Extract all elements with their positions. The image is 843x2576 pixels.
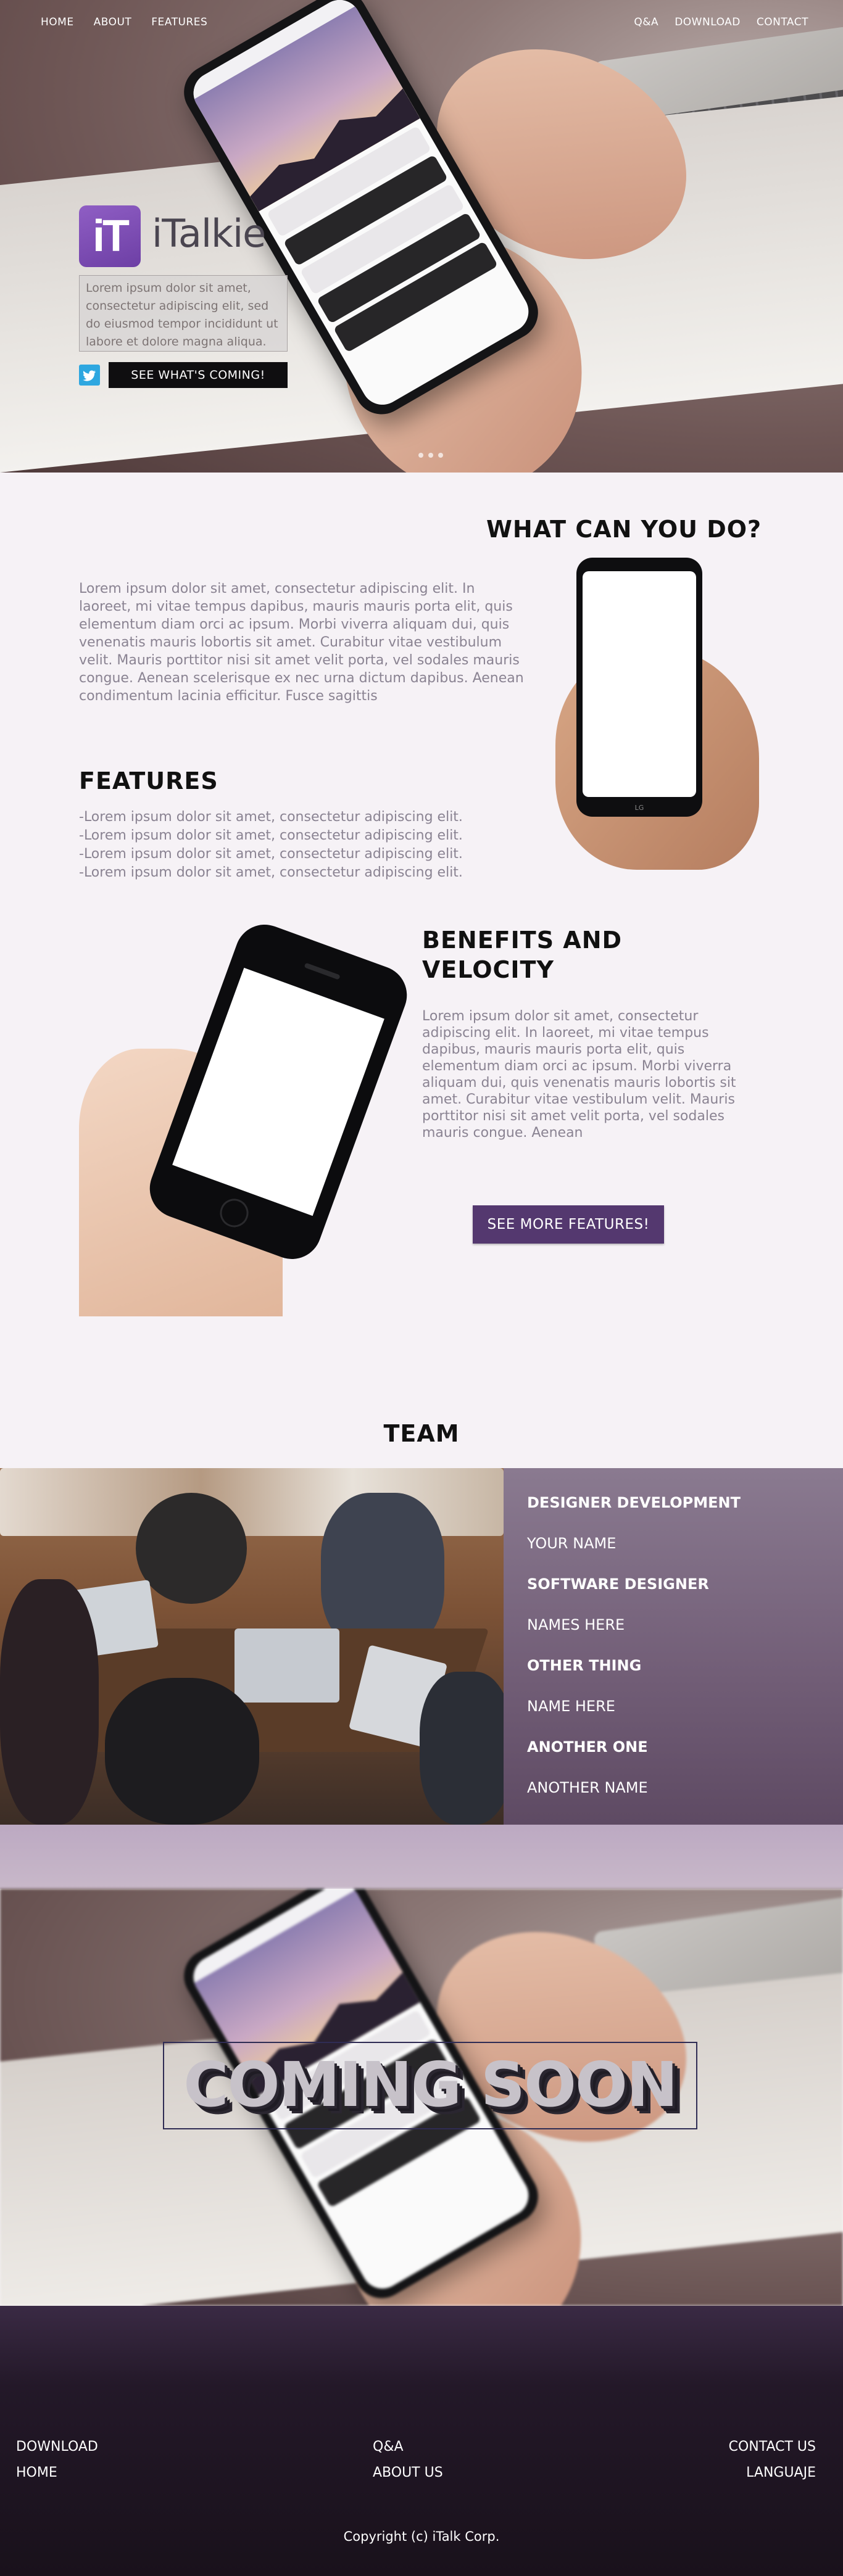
logo-mark: iT — [79, 205, 141, 267]
footer-qa-link[interactable]: Q&A — [373, 2439, 404, 2454]
team-role: SOFTWARE DESIGNER — [527, 1575, 709, 1593]
nav-download[interactable]: DOWNLOAD — [675, 16, 741, 28]
team-title: TEAM — [383, 1420, 460, 1447]
feature-item: -Lorem ipsum dolor sit amet, consectetur… — [79, 828, 463, 843]
team-member-name: YOUR NAME — [527, 1535, 617, 1552]
see-whats-coming-button[interactable]: SEE WHAT'S COMING! — [109, 362, 288, 388]
android-phone-image: LG — [576, 558, 702, 817]
feature-item: -Lorem ipsum dolor sit amet, consectetur… — [79, 846, 463, 862]
logo-name: iTalkie — [152, 211, 266, 256]
team-member-name: NAMES HERE — [527, 1616, 625, 1633]
phone-screen — [172, 967, 384, 1216]
carousel-dot[interactable] — [438, 453, 443, 458]
hero-blurb: Lorem ipsum dolor sit amet, consectetur … — [79, 275, 288, 352]
phone-screen — [583, 571, 696, 797]
carousel-dots — [418, 453, 443, 458]
footer-about-link[interactable]: ABOUT US — [373, 2465, 443, 2480]
team-role: OTHER THING — [527, 1657, 642, 1674]
nav-home[interactable]: HOME — [41, 16, 74, 28]
team-photo — [0, 1468, 504, 1825]
primary-nav-right: Q&A DOWNLOAD CONTACT — [634, 16, 808, 28]
footer-language-link[interactable]: LANGUAJE — [746, 2465, 816, 2480]
nav-qa[interactable]: Q&A — [634, 16, 658, 28]
team-member-name: ANOTHER NAME — [527, 1779, 648, 1796]
team-list: DESIGNER DEVELOPMENT YOUR NAME SOFTWARE … — [504, 1468, 843, 1825]
copyright: Copyright (c) iTalk Corp. — [343, 2529, 500, 2544]
benefits-title: BENEFITS AND VELOCITY — [422, 925, 622, 985]
features-list: -Lorem ipsum dolor sit amet, consectetur… — [79, 808, 463, 882]
benefits-title-line1: BENEFITS AND — [422, 927, 623, 954]
feature-item: -Lorem ipsum dolor sit amet, consectetur… — [79, 865, 463, 880]
carousel-dot[interactable] — [418, 453, 423, 458]
primary-nav-left: HOME ABOUT FEATURES — [41, 16, 207, 28]
nav-contact[interactable]: CONTACT — [757, 16, 808, 28]
benefits-body: Lorem ipsum dolor sit amet, consectetur … — [422, 1009, 736, 1141]
footer-contact-link[interactable]: CONTACT US — [729, 2439, 816, 2454]
phone-brand: LG — [634, 804, 644, 812]
home-button-icon — [216, 1194, 252, 1231]
nav-features[interactable]: FEATURES — [151, 16, 207, 28]
what-body: Lorem ipsum dolor sit amet, consectetur … — [79, 581, 524, 704]
nav-about[interactable]: ABOUT — [94, 16, 132, 28]
footer-download-link[interactable]: DOWNLOAD — [16, 2439, 98, 2454]
benefits-title-line2: VELOCITY — [422, 956, 554, 983]
feature-item: -Lorem ipsum dolor sit amet, consectetur… — [79, 809, 463, 825]
see-more-features-button[interactable]: SEE MORE FEATURES! — [473, 1205, 664, 1244]
carousel-dot[interactable] — [428, 453, 433, 458]
footer-home-link[interactable]: HOME — [16, 2465, 57, 2480]
twitter-icon[interactable] — [79, 365, 100, 386]
features-title: FEATURES — [79, 767, 218, 795]
team-role: ANOTHER ONE — [527, 1738, 648, 1756]
team-member-name: NAME HERE — [527, 1698, 615, 1715]
divider-band — [0, 1825, 843, 1889]
what-title: WHAT CAN YOU DO? — [486, 516, 762, 543]
team-role: DESIGNER DEVELOPMENT — [527, 1494, 741, 1511]
iphone-image — [141, 916, 415, 1268]
coming-soon-text: COMING SOON — [183, 2049, 678, 2121]
